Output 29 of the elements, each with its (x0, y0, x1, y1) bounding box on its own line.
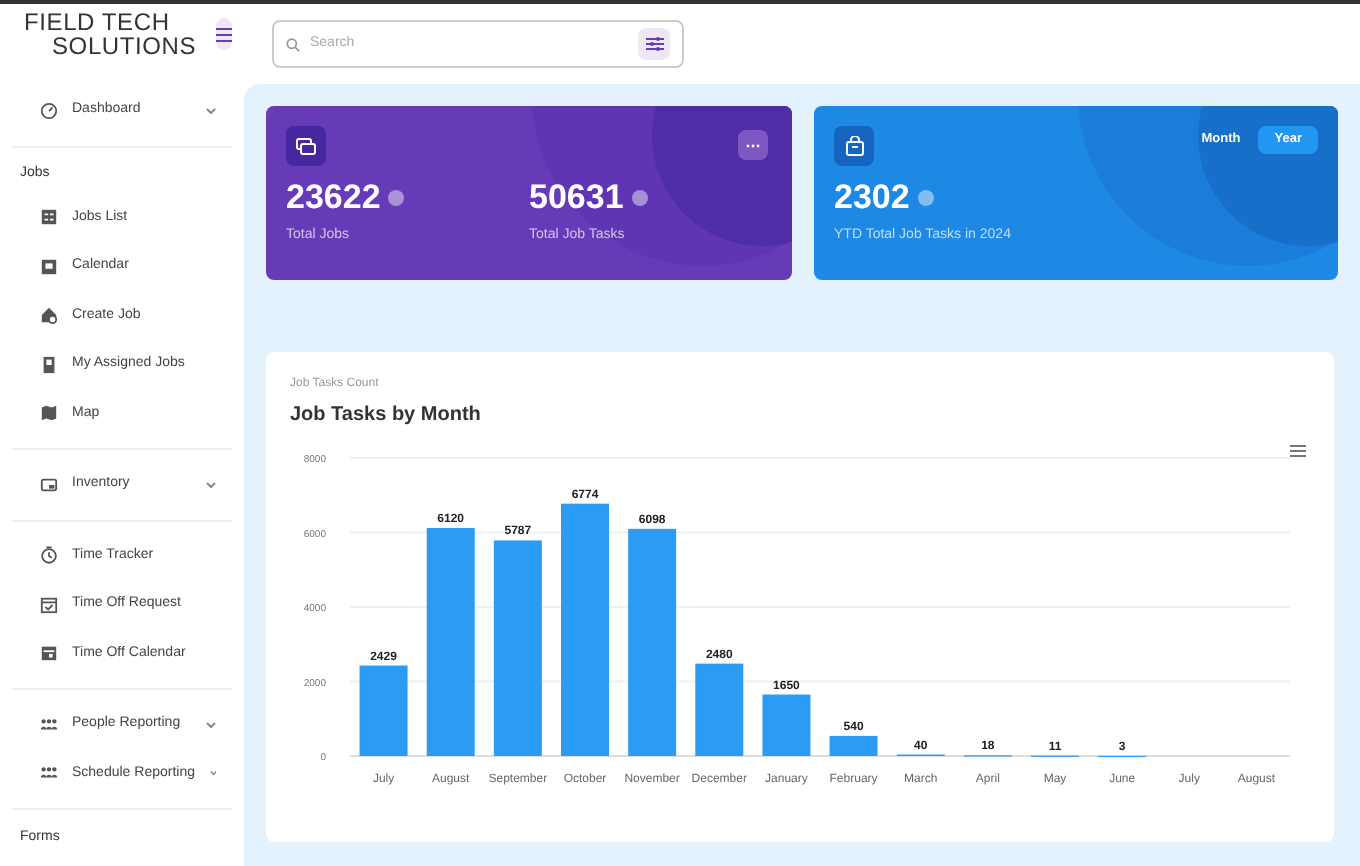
info-icon (917, 190, 934, 206)
calendar-check-icon (40, 595, 58, 614)
people-icon (40, 764, 58, 783)
filter-icon (645, 36, 663, 52)
calendar-icon (40, 257, 58, 276)
stat-value: 2302 (834, 176, 910, 220)
chart-title: Job Tasks by Month (290, 402, 483, 430)
gauge-icon (40, 101, 58, 120)
logo-text: SOLUTIONS (50, 34, 197, 58)
stat-value: 50631 (529, 176, 624, 220)
menu-button[interactable] (216, 18, 233, 50)
stopwatch-icon (40, 546, 58, 565)
calendar-icon (40, 644, 58, 663)
info-icon (631, 190, 648, 206)
monitor-icon (40, 475, 58, 494)
house-icon (40, 306, 58, 325)
more-button[interactable] (738, 130, 768, 160)
stat-value: 23622 (286, 176, 381, 220)
search-icon (286, 37, 300, 51)
info-icon (388, 190, 405, 206)
cards-icon (296, 137, 316, 155)
map-icon (40, 404, 58, 423)
people-icon (40, 715, 58, 734)
bag-icon (845, 136, 863, 156)
logo-text: FIELD TECH (24, 10, 172, 34)
menu-icon (216, 27, 233, 41)
menu-icon[interactable] (1289, 445, 1307, 457)
filter-button[interactable] (638, 28, 670, 60)
list-icon (40, 208, 58, 227)
